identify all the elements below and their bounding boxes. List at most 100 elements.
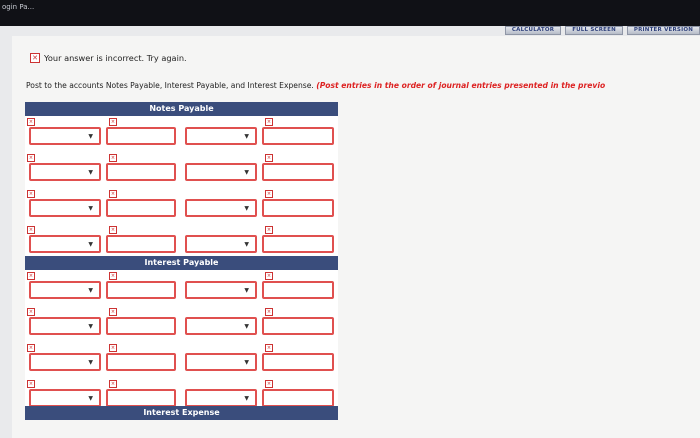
error-mark-icon: × (109, 380, 117, 388)
browser-tab-title[interactable]: ogin Pa... (0, 0, 34, 14)
chevron-down-icon: ▼ (88, 133, 93, 140)
credit-amount-input[interactable] (262, 281, 334, 299)
credit-account-select[interactable]: ▼ (185, 389, 257, 407)
ledger-row: ▼ ▼ × × × (25, 116, 338, 152)
credit-amount-input[interactable] (262, 127, 334, 145)
ledger-interest-payable: Interest Payable ▼ ▼ × × × ▼ ▼ × × × ▼ ▼ × × × ▼ ▼ × × × (25, 256, 338, 414)
credit-account-select[interactable]: ▼ (185, 281, 257, 299)
credit-account-select[interactable]: ▼ (185, 353, 257, 371)
credit-amount-input[interactable] (262, 317, 334, 335)
error-mark-icon: × (27, 380, 35, 388)
debit-amount-input[interactable] (106, 127, 176, 145)
error-mark-icon: × (265, 308, 273, 316)
error-mark-icon: × (109, 118, 117, 126)
ledger-row: ▼ ▼ × × × (25, 152, 338, 188)
chevron-down-icon: ▼ (88, 395, 93, 402)
error-mark-icon: × (109, 272, 117, 280)
screen-bezel (0, 0, 700, 26)
debit-amount-input[interactable] (106, 389, 176, 407)
error-mark-icon: × (265, 380, 273, 388)
ledger-row: ▼ ▼ × × × (25, 224, 338, 260)
chevron-down-icon: ▼ (244, 241, 249, 248)
error-mark-icon: × (27, 226, 35, 234)
error-mark-icon: × (265, 226, 273, 234)
debit-account-select[interactable]: ▼ (29, 235, 101, 253)
debit-amount-input[interactable] (106, 353, 176, 371)
ledger-rows: ▼ ▼ × × × ▼ ▼ × × × ▼ ▼ × × × ▼ ▼ × × × (25, 116, 338, 260)
credit-account-select[interactable]: ▼ (185, 163, 257, 181)
credit-account-select[interactable]: ▼ (185, 127, 257, 145)
debit-amount-input[interactable] (106, 317, 176, 335)
debit-amount-input[interactable] (106, 199, 176, 217)
feedback-message: ✕ Your answer is incorrect. Try again. (30, 53, 187, 63)
credit-amount-input[interactable] (262, 199, 334, 217)
debit-account-select[interactable]: ▼ (29, 163, 101, 181)
credit-account-select[interactable]: ▼ (185, 235, 257, 253)
chevron-down-icon: ▼ (88, 323, 93, 330)
ledger-interest-expense: Interest Expense (25, 406, 338, 420)
error-mark-icon: × (109, 154, 117, 162)
incorrect-icon: ✕ (30, 53, 40, 63)
chevron-down-icon: ▼ (244, 205, 249, 212)
error-mark-icon: × (27, 272, 35, 280)
printer-version-button[interactable]: PRINTER VERSION (626, 26, 700, 35)
ledger-row: ▼ ▼ × × × (25, 306, 338, 342)
error-mark-icon: × (27, 308, 35, 316)
chevron-down-icon: ▼ (88, 205, 93, 212)
credit-account-select[interactable]: ▼ (185, 317, 257, 335)
chevron-down-icon: ▼ (88, 241, 93, 248)
debit-account-select[interactable]: ▼ (29, 199, 101, 217)
error-mark-icon: × (109, 190, 117, 198)
instructions-text: Post to the accounts Notes Payable, Inte… (26, 81, 314, 90)
credit-amount-input[interactable] (262, 163, 334, 181)
credit-amount-input[interactable] (262, 389, 334, 407)
error-mark-icon: × (27, 190, 35, 198)
chevron-down-icon: ▼ (244, 323, 249, 330)
calculator-button[interactable]: CALCULATOR (504, 26, 562, 35)
instructions-note: (Post entries in the order of journal en… (316, 81, 606, 90)
ledger-title: Interest Payable (25, 256, 338, 270)
error-mark-icon: × (265, 344, 273, 352)
error-mark-icon: × (265, 190, 273, 198)
credit-account-select[interactable]: ▼ (185, 199, 257, 217)
ledger-title: Notes Payable (25, 102, 338, 116)
debit-account-select[interactable]: ▼ (29, 389, 101, 407)
ledger-row: ▼ ▼ × × × (25, 188, 338, 224)
error-mark-icon: × (109, 308, 117, 316)
debit-account-select[interactable]: ▼ (29, 281, 101, 299)
ledger-title: Interest Expense (25, 406, 338, 420)
chevron-down-icon: ▼ (244, 169, 249, 176)
ledger-rows: ▼ ▼ × × × ▼ ▼ × × × ▼ ▼ × × × ▼ ▼ × × × (25, 270, 338, 414)
chevron-down-icon: ▼ (244, 359, 249, 366)
debit-amount-input[interactable] (106, 235, 176, 253)
chevron-down-icon: ▼ (88, 287, 93, 294)
error-mark-icon: × (265, 118, 273, 126)
full-screen-button[interactable]: FULL SCREEN (565, 26, 623, 35)
toolbar: CALCULATOR FULL SCREEN PRINTER VERSION (504, 26, 700, 35)
chevron-down-icon: ▼ (88, 359, 93, 366)
error-mark-icon: × (109, 344, 117, 352)
error-mark-icon: × (109, 226, 117, 234)
chevron-down-icon: ▼ (88, 169, 93, 176)
debit-amount-input[interactable] (106, 281, 176, 299)
credit-amount-input[interactable] (262, 235, 334, 253)
instructions: Post to the accounts Notes Payable, Inte… (26, 81, 605, 90)
debit-account-select[interactable]: ▼ (29, 353, 101, 371)
chevron-down-icon: ▼ (244, 395, 249, 402)
error-mark-icon: × (27, 154, 35, 162)
credit-amount-input[interactable] (262, 353, 334, 371)
error-mark-icon: × (265, 272, 273, 280)
ledger-notes-payable: Notes Payable ▼ ▼ × × × ▼ ▼ × × × ▼ ▼ × × × ▼ ▼ × × × (25, 102, 338, 260)
ledger-row: ▼ ▼ × × × (25, 270, 338, 306)
content-panel: ✕ Your answer is incorrect. Try again. P… (12, 36, 700, 438)
error-mark-icon: × (27, 118, 35, 126)
chevron-down-icon: ▼ (244, 133, 249, 140)
debit-account-select[interactable]: ▼ (29, 317, 101, 335)
debit-account-select[interactable]: ▼ (29, 127, 101, 145)
feedback-text: Your answer is incorrect. Try again. (44, 53, 187, 63)
ledger-row: ▼ ▼ × × × (25, 342, 338, 378)
debit-amount-input[interactable] (106, 163, 176, 181)
error-mark-icon: × (265, 154, 273, 162)
chevron-down-icon: ▼ (244, 287, 249, 294)
screen: CALCULATOR FULL SCREEN PRINTER VERSION ✕… (0, 26, 700, 438)
